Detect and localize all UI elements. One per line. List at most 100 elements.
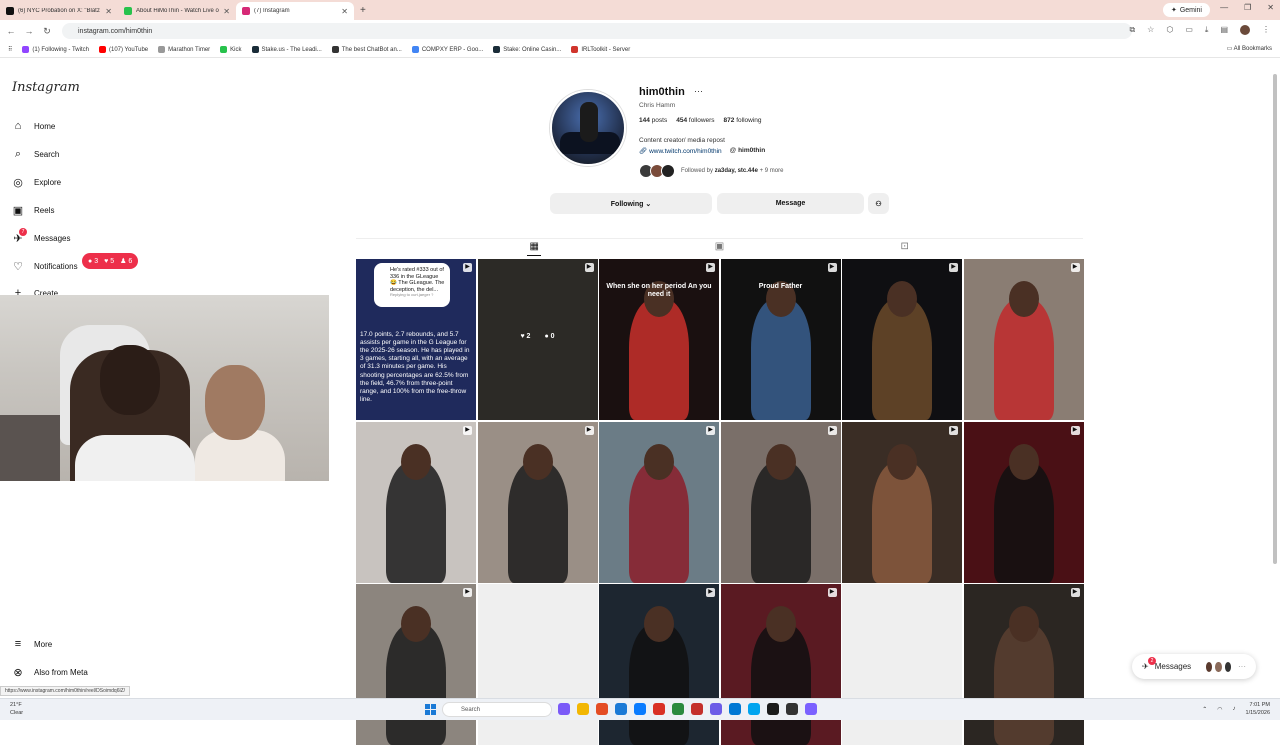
bookmark-item[interactable]: The best ChatBot an... [331, 46, 402, 53]
profile-picture[interactable] [550, 90, 626, 166]
post-tile[interactable]: ▶ [842, 259, 962, 420]
followers-count[interactable]: 454 followers [676, 117, 714, 124]
profile-avatar[interactable] [1240, 25, 1250, 35]
wifi-icon[interactable]: ◠ [1217, 706, 1222, 713]
gemini-button[interactable]: ✦ Gemini [1162, 3, 1210, 17]
start-icon[interactable] [425, 704, 436, 715]
post-tile[interactable]: ▶ [842, 421, 962, 583]
taskbar-app-icon[interactable] [805, 703, 817, 715]
maximize-icon[interactable]: ❐ [1244, 3, 1251, 12]
post-tile[interactable]: ▶ [477, 421, 598, 583]
sidebar-item-explore[interactable]: ◎ Explore [12, 176, 61, 189]
post-tile[interactable]: ▶ [720, 421, 841, 583]
taskbar-search[interactable]: Search [442, 702, 552, 717]
post-tile[interactable]: ▶ [963, 584, 1084, 745]
post-tile[interactable]: ♥ 2 ● 0 ▶ [477, 259, 598, 420]
download-icon[interactable]: ⤓ [1205, 25, 1209, 35]
split-view-icon[interactable]: ▭ [1185, 25, 1193, 35]
taskbar-app-icon[interactable] [691, 703, 703, 715]
tab-tagged[interactable]: ⊡ [898, 239, 912, 256]
bookmark-item[interactable]: Stake.us - The Leadi... [251, 46, 322, 53]
reload-icon[interactable]: ↻ [42, 26, 52, 37]
close-tab-icon[interactable]: ✕ [341, 7, 348, 16]
taskbar-app-icon[interactable] [710, 703, 722, 715]
suggest-button[interactable]: ⚇ [868, 193, 889, 214]
bookmark-item[interactable]: COMPXY ERP - Goo... [411, 46, 483, 53]
back-icon[interactable]: ← [6, 26, 16, 36]
following-count[interactable]: 872 following [724, 117, 762, 124]
weather-widget[interactable]: 21°F Clear [10, 701, 23, 717]
forward-icon[interactable]: → [24, 26, 34, 36]
bookmark-item[interactable]: Kick [220, 46, 242, 53]
menu-icon[interactable]: ⋮ [1262, 25, 1270, 35]
taskbar-app-icon[interactable] [672, 703, 684, 715]
taskbar-app-icon[interactable] [786, 703, 798, 715]
scrollbar-thumb[interactable] [1273, 74, 1277, 564]
sidebar-item-search[interactable]: ⌕ Search [12, 148, 59, 160]
taskbar-app-icon[interactable] [653, 703, 665, 715]
new-tab-button[interactable]: + [354, 5, 372, 16]
followed-by[interactable]: Followed by za3day, stc.44e + 9 more [639, 163, 783, 178]
post-tile[interactable]: When she on her period An you need it ▶ [599, 259, 719, 420]
bookmark-item[interactable]: (1) Following - Twitch [22, 46, 89, 53]
close-window-icon[interactable]: ✕ [1267, 3, 1274, 12]
taskbar-app-icon[interactable] [596, 703, 608, 715]
bookmark-star-icon[interactable]: ☆ [1147, 25, 1154, 35]
apps-icon[interactable]: ⠿ [8, 46, 12, 53]
profile-website-link[interactable]: 🔗︎ www.twitch.com/him0thin [639, 147, 722, 155]
post-tile[interactable]: ▶ [356, 584, 476, 745]
bookmark-item[interactable]: IRLToolkit - Server [571, 46, 630, 53]
notification-pill[interactable]: ● 3 ♥ 5 ♟ 6 [82, 253, 139, 269]
post-tile[interactable]: ▶ [963, 259, 1084, 420]
instagram-logo[interactable]: Instagram [12, 80, 80, 95]
tab-reels[interactable]: ▣ [713, 239, 727, 256]
post-tile[interactable]: ▶ [599, 584, 719, 745]
taskbar-app-icon[interactable] [767, 703, 779, 715]
more-options-icon[interactable]: ··· [694, 86, 703, 96]
sidebar-item-reels[interactable]: ▣ Reels [12, 204, 55, 217]
volume-icon[interactable]: ♪ [1233, 706, 1236, 712]
chevron-up-icon[interactable]: ⌃ [1202, 706, 1207, 713]
bookmark-item[interactable]: Marathon Timer [158, 46, 210, 53]
taskbar-app-icon[interactable] [748, 703, 760, 715]
post-tile[interactable]: 17.0 points, 2.7 rebounds, and 5.7 assis… [356, 259, 476, 420]
taskbar-app-icon[interactable] [615, 703, 627, 715]
browser-tab[interactable]: (7) Instagram ✕ [236, 2, 354, 20]
install-icon[interactable]: ⧉ [1129, 25, 1135, 35]
post-tile[interactable]: Proud Father ▶ [720, 259, 841, 420]
post-tile[interactable]: ▶ [720, 584, 841, 745]
taskbar-app-icon[interactable] [634, 703, 646, 715]
browser-tab[interactable]: (6) NYC Probation on X: "Blatz ✕ [0, 2, 118, 20]
taskbar-app-icon[interactable] [558, 703, 570, 715]
page-scrollbar[interactable] [1272, 62, 1278, 682]
url-input[interactable]: instagram.com/him0thin [62, 23, 1132, 39]
threads-link[interactable]: @ him0thin [730, 147, 766, 155]
message-button[interactable]: Message [717, 193, 864, 214]
post-tile[interactable]: ▶ [963, 421, 1084, 583]
sidebar-panel-icon[interactable]: ▤ [1220, 25, 1228, 35]
sidebar-item-notifications[interactable]: ♡ Notifications [12, 260, 78, 273]
bookmark-item[interactable]: (107) YouTube [98, 46, 148, 53]
bookmark-item[interactable]: Stake: Online Casin... [493, 46, 561, 53]
tab-posts[interactable]: ▦ [527, 239, 542, 256]
browser-tab[interactable]: About HiMoThin - Watch Live o ✕ [118, 2, 236, 20]
post-tile[interactable]: ▶ [356, 421, 476, 583]
clock[interactable]: 7:01 PM 1/15/2026 [1246, 701, 1270, 717]
sidebar-item-meta[interactable]: ⊗ Also from Meta [12, 666, 87, 679]
sidebar-item-home[interactable]: ⌂ Home [12, 120, 56, 132]
reply-bubble-context: Replying to curt.jaeger ? [390, 292, 434, 298]
extensions-icon[interactable]: ⬡ [1166, 25, 1173, 35]
all-bookmarks[interactable]: ▭ All Bookmarks [1227, 45, 1272, 52]
sidebar-item-more[interactable]: ≡ More [12, 638, 52, 650]
post-caption: 17.0 points, 2.7 rebounds, and 5.7 assis… [360, 330, 470, 403]
following-button[interactable]: Following ⌄ [550, 193, 712, 214]
minimize-icon[interactable]: — [1220, 3, 1228, 12]
post-tile[interactable] [477, 584, 598, 745]
close-tab-icon[interactable]: ✕ [223, 7, 230, 16]
taskbar-app-icon[interactable] [729, 703, 741, 715]
post-tile[interactable]: ▶ [599, 421, 719, 583]
post-tile[interactable] [842, 584, 962, 745]
taskbar-app-icon[interactable] [577, 703, 589, 715]
close-tab-icon[interactable]: ✕ [105, 7, 112, 16]
messages-pill[interactable]: ✈ 2 Messages ··· [1132, 654, 1256, 679]
